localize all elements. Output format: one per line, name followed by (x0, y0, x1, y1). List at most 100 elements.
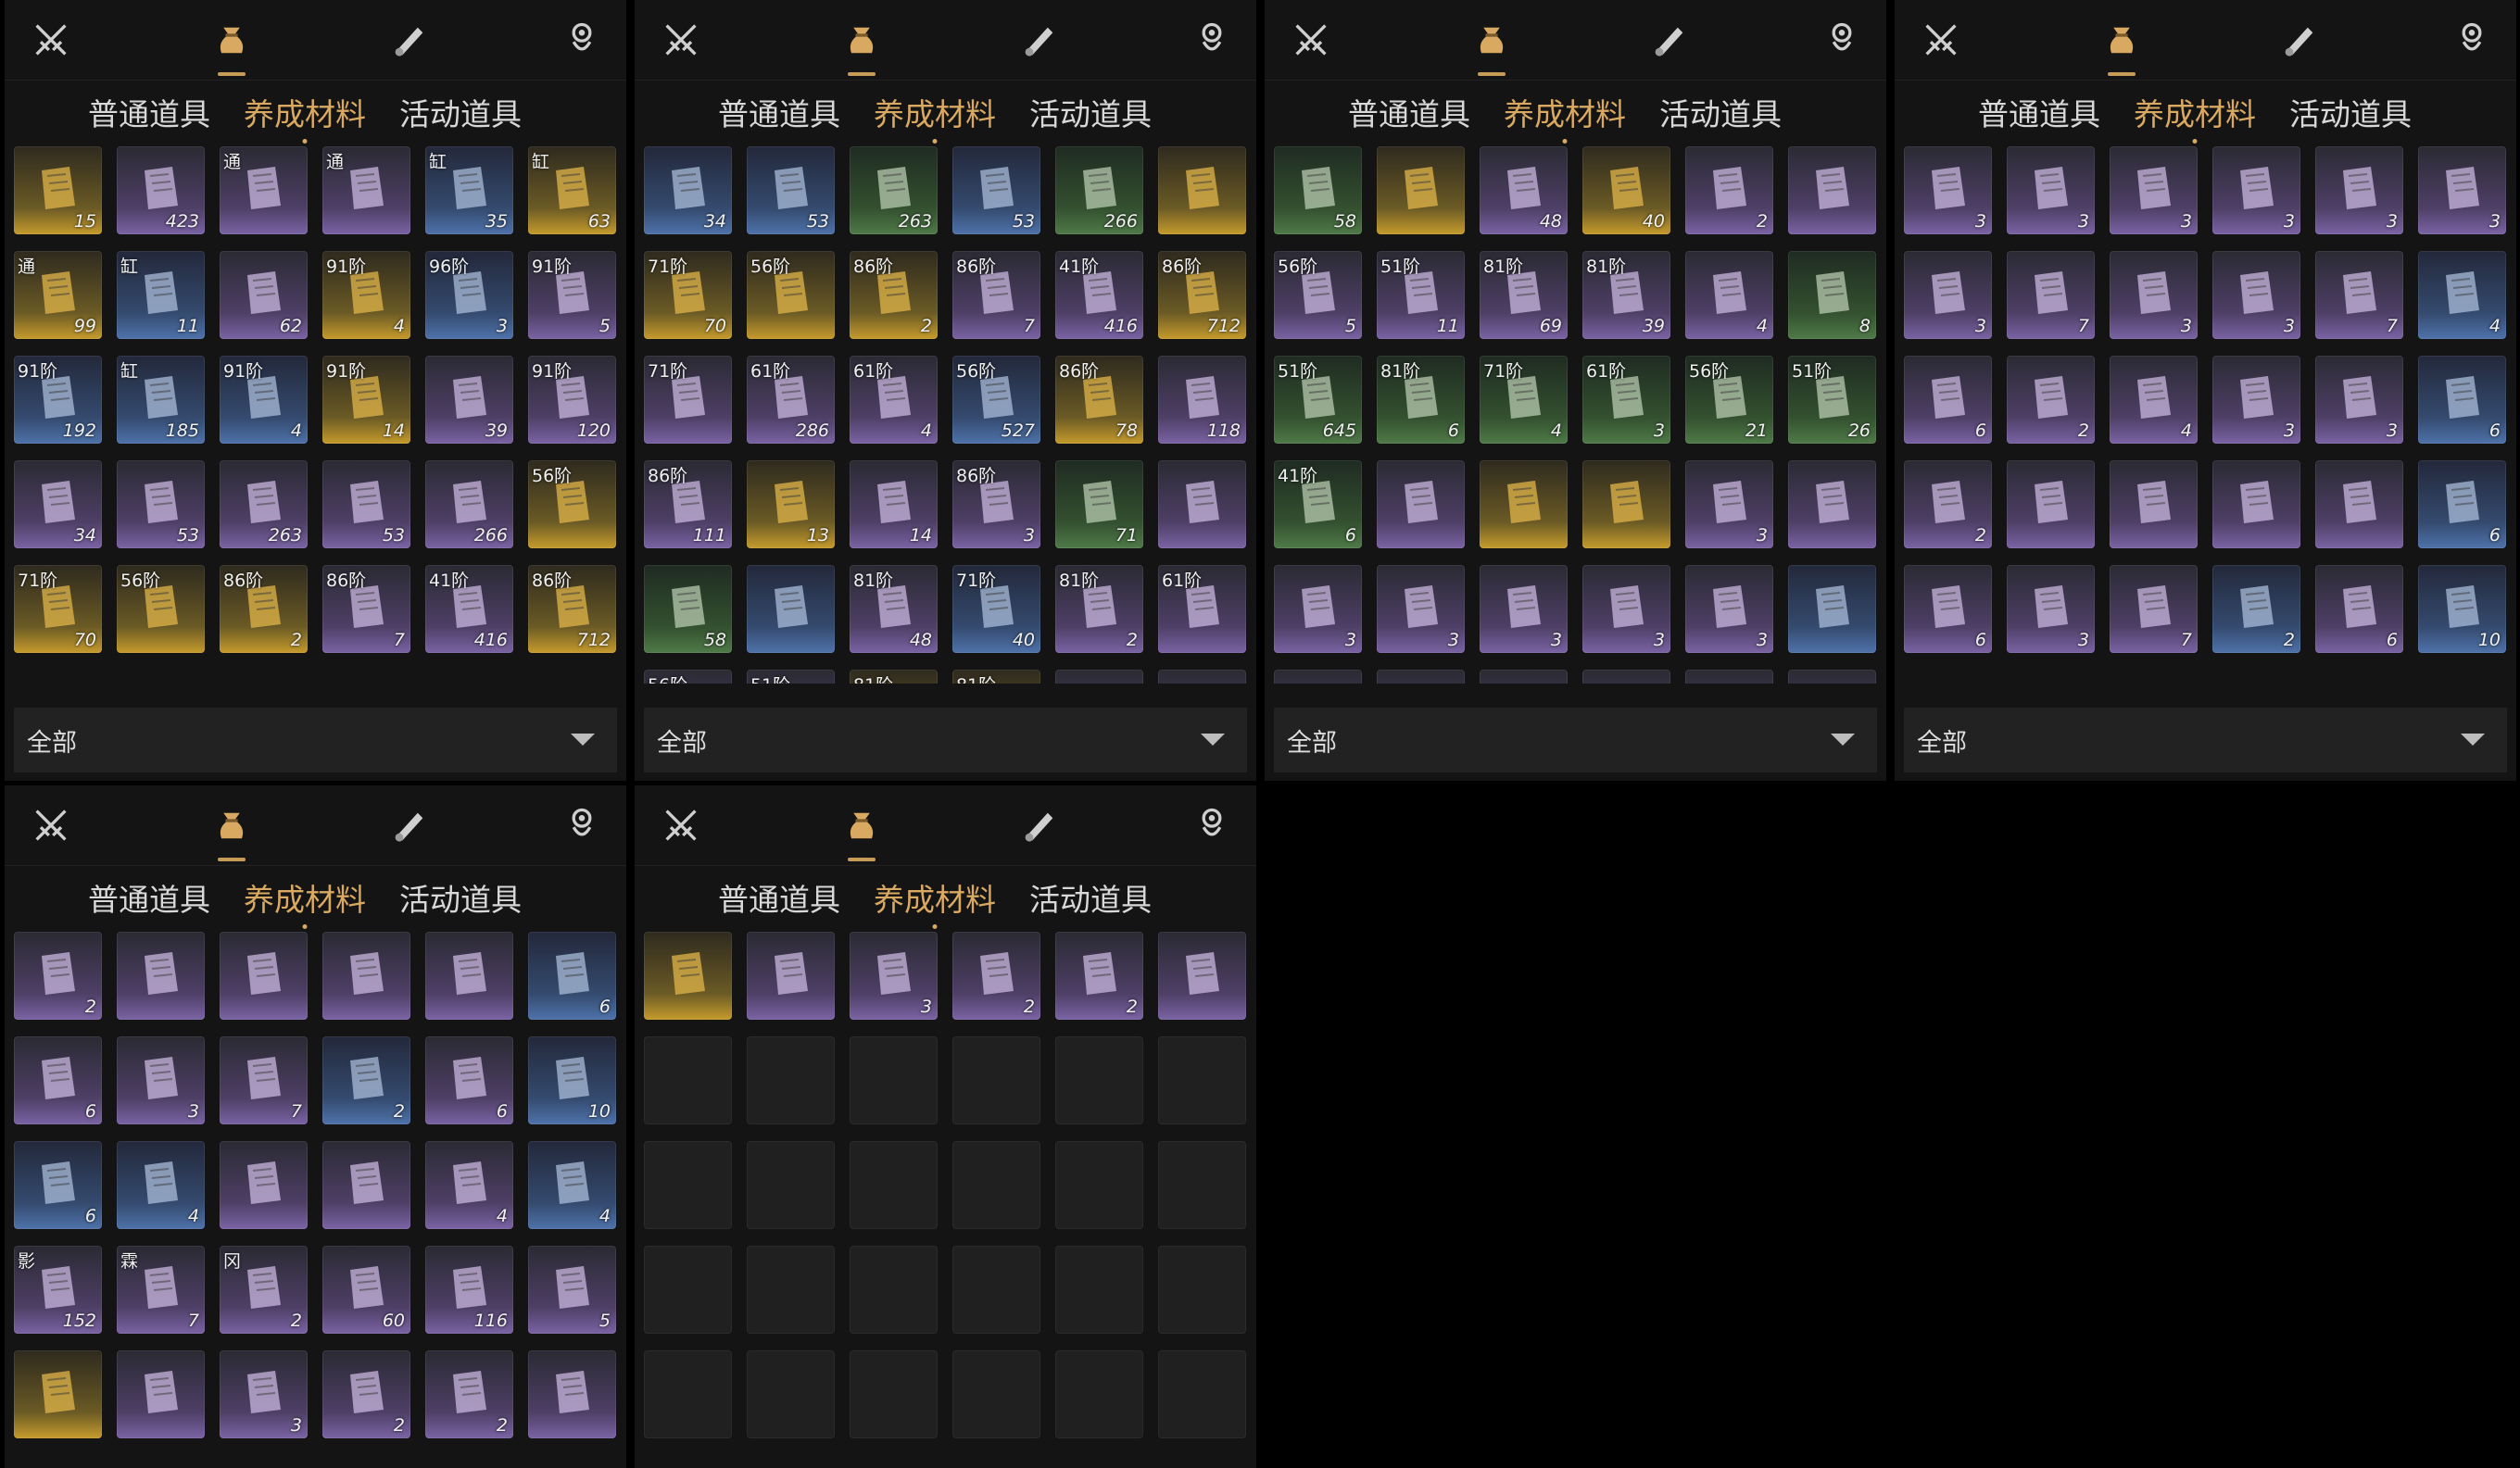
item-slot[interactable]: 116 (425, 1246, 513, 1334)
item-slot[interactable] (14, 1350, 102, 1438)
item-slot[interactable]: 2 (2007, 356, 2095, 444)
item-slot[interactable]: 41阶 416 (1055, 251, 1143, 339)
item-slot[interactable]: 3 (1685, 565, 1773, 653)
item-slot[interactable]: 2 (1685, 146, 1773, 234)
item-slot[interactable]: 39 (425, 356, 513, 444)
item-slot[interactable]: 3 (2007, 146, 2095, 234)
tab-2[interactable]: 养成材料 (2134, 90, 2256, 134)
item-slot[interactable]: 56阶 (117, 565, 205, 653)
tab-2[interactable]: 养成材料 (874, 875, 996, 920)
item-slot[interactable]: 3 (2212, 356, 2300, 444)
item-slot[interactable]: 6 (2315, 565, 2403, 653)
item-slot[interactable] (1480, 460, 1568, 548)
item-slot[interactable]: 266 (1055, 146, 1143, 234)
item-slot[interactable] (1377, 670, 1465, 684)
item-slot[interactable]: 60 (322, 1246, 410, 1334)
item-slot[interactable]: 91阶 5 (528, 251, 616, 339)
item-slot[interactable]: 冈2 (220, 1246, 308, 1334)
scroll-icon[interactable] (2276, 17, 2323, 63)
item-slot[interactable]: 81阶 39 (1582, 251, 1670, 339)
pouch-icon[interactable] (2098, 17, 2145, 76)
item-slot[interactable]: 58 (1274, 146, 1362, 234)
item-slot[interactable]: 通 (322, 146, 410, 234)
item-slot[interactable]: 7 (2007, 251, 2095, 339)
item-slot[interactable]: 81阶 2 (1055, 565, 1143, 653)
item-slot[interactable] (1788, 565, 1876, 653)
tab-3[interactable]: 活动道具 (399, 875, 522, 920)
item-slot[interactable]: 15 (14, 146, 102, 234)
item-slot[interactable]: 51阶 645 (1274, 356, 1362, 444)
item-slot[interactable] (1788, 670, 1876, 684)
item-slot[interactable]: 7 (220, 1036, 308, 1124)
item-slot[interactable] (1377, 146, 1465, 234)
item-slot[interactable]: 4 (528, 1141, 616, 1229)
pouch-icon[interactable] (1468, 17, 1515, 76)
item-slot[interactable]: 6 (2418, 460, 2506, 548)
item-slot[interactable]: 6 (1904, 356, 1992, 444)
item-slot[interactable]: 53 (117, 460, 205, 548)
item-slot[interactable]: 41阶 6 (1274, 460, 1362, 548)
item-slot[interactable]: 8 (1788, 251, 1876, 339)
item-slot[interactable] (117, 932, 205, 1020)
item-slot[interactable]: 10 (528, 1036, 616, 1124)
tab-3[interactable]: 活动道具 (1029, 90, 1152, 134)
token-icon[interactable] (1819, 17, 1865, 63)
item-slot[interactable]: 13 (747, 460, 835, 548)
crossed-swords-icon[interactable] (658, 17, 704, 63)
item-slot[interactable] (1158, 670, 1246, 684)
item-slot[interactable]: 4 (425, 1141, 513, 1229)
item-slot[interactable]: 53 (747, 146, 835, 234)
token-icon[interactable] (1189, 17, 1235, 63)
item-slot[interactable] (1377, 460, 1465, 548)
item-slot[interactable]: 缸 185 (117, 356, 205, 444)
pouch-icon[interactable] (838, 17, 885, 76)
item-slot[interactable]: 3 (2212, 251, 2300, 339)
item-slot[interactable]: 10 (2418, 565, 2506, 653)
item-slot[interactable] (1158, 146, 1246, 234)
item-slot[interactable]: 3 (2315, 356, 2403, 444)
item-slot[interactable]: 3 (1274, 565, 1362, 653)
item-slot[interactable] (1582, 670, 1670, 684)
tab-3[interactable]: 活动道具 (399, 90, 522, 134)
item-slot[interactable]: 86阶 712 (1158, 251, 1246, 339)
item-slot[interactable] (220, 932, 308, 1020)
item-slot[interactable] (322, 932, 410, 1020)
item-slot[interactable] (2007, 460, 2095, 548)
item-slot[interactable]: 96阶 3 (425, 251, 513, 339)
item-slot[interactable]: 4 (117, 1141, 205, 1229)
item-slot[interactable]: 14 (850, 460, 938, 548)
item-slot[interactable]: 86阶 712 (528, 565, 616, 653)
item-slot[interactable]: 56阶 21 (1685, 356, 1773, 444)
item-slot[interactable]: 86阶 2 (220, 565, 308, 653)
item-slot[interactable]: 71 (1055, 460, 1143, 548)
item-slot[interactable]: 缸 11 (117, 251, 205, 339)
item-slot[interactable]: 3 (117, 1036, 205, 1124)
item-slot[interactable]: 91阶 120 (528, 356, 616, 444)
item-slot[interactable]: 86阶 78 (1055, 356, 1143, 444)
item-slot[interactable]: 3 (1377, 565, 1465, 653)
item-slot[interactable]: 5 (528, 1246, 616, 1334)
item-slot[interactable] (644, 932, 732, 1020)
item-slot[interactable]: 6 (14, 1036, 102, 1124)
item-slot[interactable]: 61阶 (1158, 565, 1246, 653)
item-slot[interactable]: 3 (2315, 146, 2403, 234)
token-icon[interactable] (559, 17, 605, 63)
item-slot[interactable]: 51阶 26 (1788, 356, 1876, 444)
item-slot[interactable]: 48 (1480, 146, 1568, 234)
item-slot[interactable] (747, 565, 835, 653)
item-slot[interactable]: 影 152 (14, 1246, 102, 1334)
item-slot[interactable]: 86阶 3 (952, 460, 1040, 548)
item-slot[interactable]: 2 (1055, 932, 1143, 1020)
tab-2[interactable]: 养成材料 (1504, 90, 1626, 134)
item-slot[interactable]: 56阶 (747, 251, 835, 339)
item-slot[interactable]: 霖7 (117, 1246, 205, 1334)
item-slot[interactable]: 61阶 286 (747, 356, 835, 444)
item-slot[interactable] (528, 1350, 616, 1438)
item-slot[interactable]: 86阶 2 (850, 251, 938, 339)
item-slot[interactable]: 81阶 (850, 670, 938, 684)
item-slot[interactable]: 61阶 4 (850, 356, 938, 444)
item-slot[interactable]: 81阶 (952, 670, 1040, 684)
item-slot[interactable] (2110, 460, 2198, 548)
item-slot[interactable]: 263 (850, 146, 938, 234)
item-slot[interactable]: 7 (2110, 565, 2198, 653)
